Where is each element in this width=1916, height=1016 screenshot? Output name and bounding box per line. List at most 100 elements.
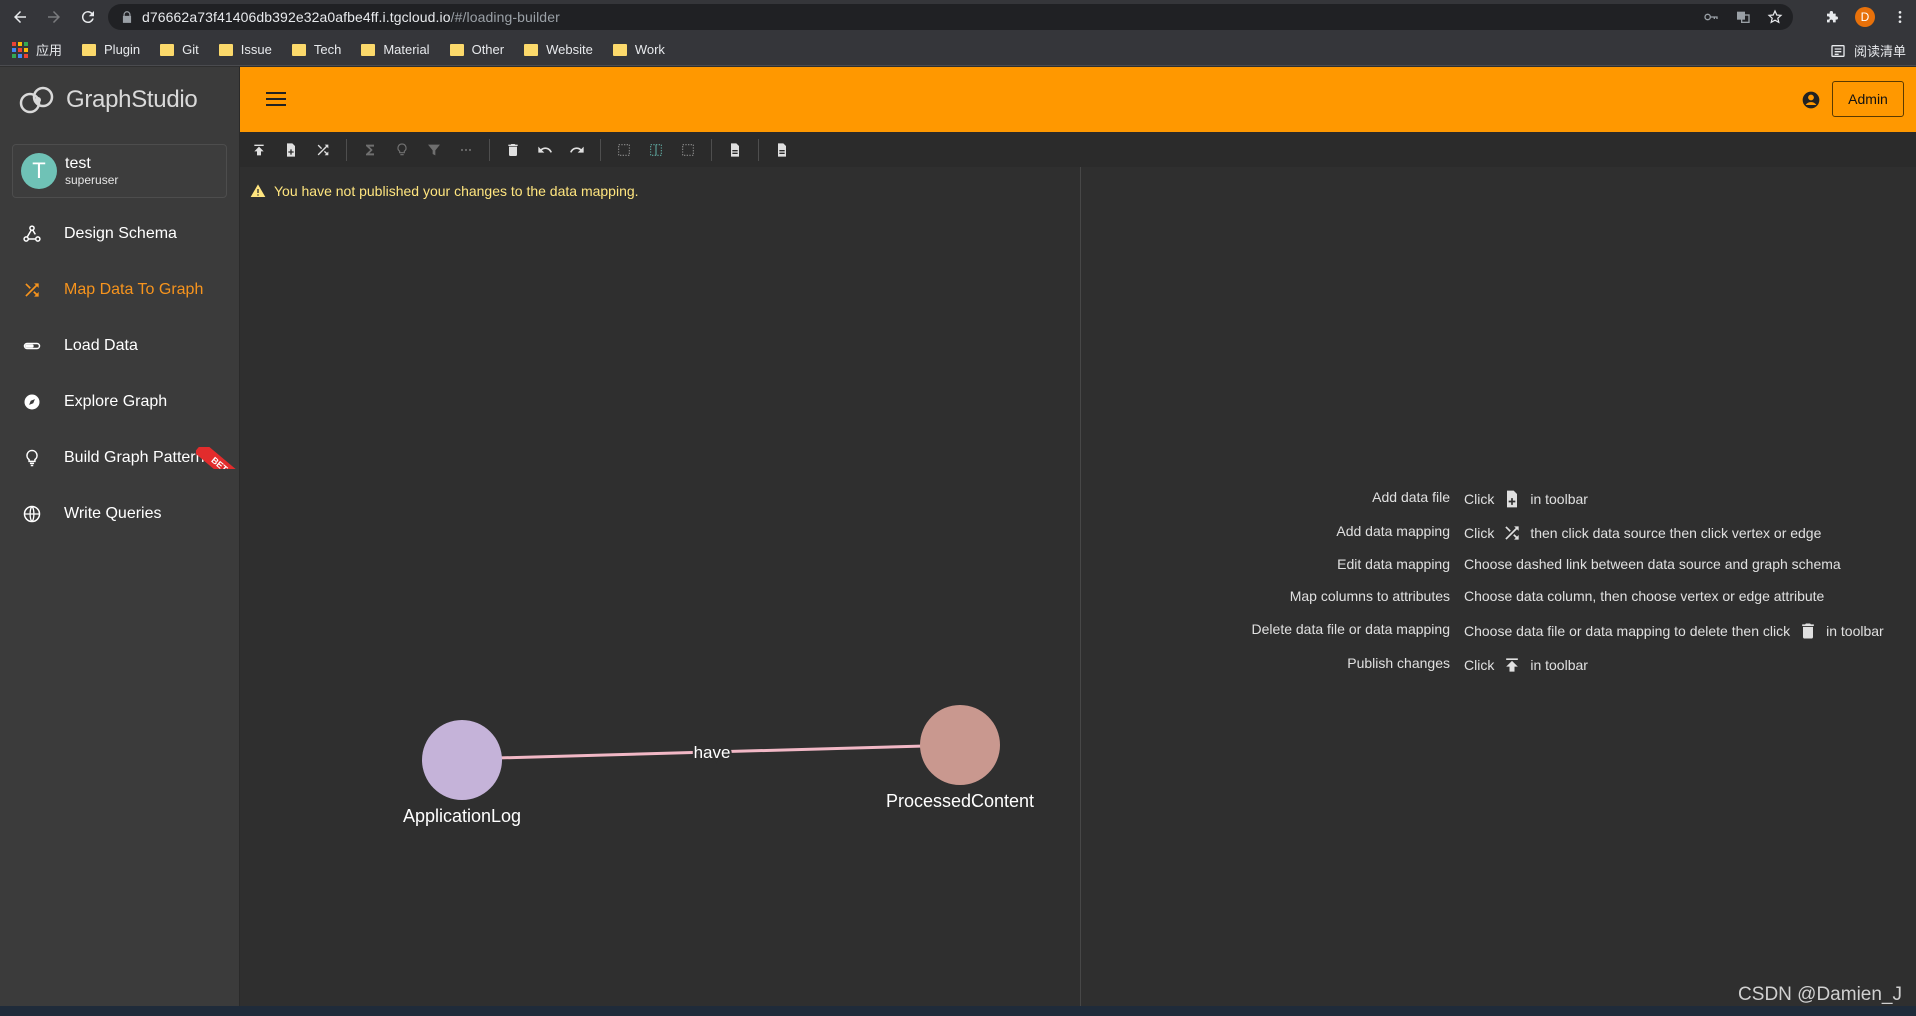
- bookmark-material[interactable]: Material: [349, 38, 437, 62]
- help-row-map-columns: Map columns to attributes Choose data co…: [1082, 584, 1916, 610]
- bookmark-apps[interactable]: 应用: [0, 38, 70, 62]
- app-logo[interactable]: GraphStudio: [0, 67, 239, 132]
- sidebar-item-load-data[interactable]: Load Data: [0, 318, 239, 374]
- deselect-icon: [682, 143, 694, 156]
- more-vertical-icon[interactable]: [1892, 9, 1908, 25]
- publish-icon: [1506, 658, 1519, 672]
- help-row-publish: Publish changes Click in toolbar: [1082, 651, 1916, 677]
- profile-avatar[interactable]: D: [1855, 7, 1875, 27]
- reading-list-button[interactable]: 阅读清单: [1830, 41, 1906, 60]
- add-file-icon: [287, 142, 295, 157]
- help-label: Add data mapping: [1336, 523, 1450, 539]
- help-text: Click: [1464, 657, 1495, 673]
- filter-button[interactable]: [423, 139, 445, 161]
- bookmark-label: Material: [383, 42, 430, 57]
- sidebar-item-build-graph-patterns[interactable]: Build Graph Patterns BETA: [0, 430, 240, 486]
- back-icon[interactable]: [10, 7, 30, 27]
- user-card[interactable]: T test superuser: [12, 144, 227, 198]
- bookmark-git[interactable]: Git: [148, 38, 207, 62]
- toolbar-divider: [489, 138, 490, 161]
- forward-icon[interactable]: [44, 7, 64, 27]
- sidebar-item-explore-graph[interactable]: Explore Graph: [0, 374, 239, 430]
- extensions-icon[interactable]: [1823, 9, 1839, 25]
- select-all-button[interactable]: [613, 139, 635, 161]
- url-host: d76662a73f41406db392e32a0afbe4ff.i.tgclo…: [142, 9, 451, 25]
- publish-button[interactable]: [248, 139, 270, 161]
- beta-badge-text: BETA: [196, 447, 240, 469]
- deselect-button[interactable]: [677, 139, 699, 161]
- help-description: Click in toolbar: [1464, 489, 1588, 509]
- bookmark-other[interactable]: Other: [438, 38, 513, 62]
- toolbar-divider: [346, 138, 347, 161]
- address-bar[interactable]: d76662a73f41406db392e32a0afbe4ff.i.tgclo…: [108, 4, 1793, 30]
- url-text: d76662a73f41406db392e32a0afbe4ff.i.tgclo…: [142, 9, 560, 25]
- add-file-button[interactable]: [280, 139, 302, 161]
- add-file-icon: [1507, 490, 1518, 508]
- notes-button[interactable]: [771, 139, 793, 161]
- help-label: Add data file: [1372, 489, 1450, 505]
- vertex-label-applicationlog[interactable]: ApplicationLog: [403, 806, 521, 826]
- sidebar: GraphStudio T test superuser Design Sche…: [0, 67, 240, 1006]
- folder-icon: [160, 43, 175, 56]
- help-description: Click in toolbar: [1464, 655, 1588, 675]
- help-label: Delete data file or data mapping: [1251, 621, 1450, 637]
- trash-icon: [1802, 623, 1814, 639]
- bookmark-work[interactable]: Work: [601, 38, 673, 62]
- help-row-edit-data-mapping: Edit data mapping Choose dashed link bet…: [1082, 552, 1916, 578]
- bookmark-tech[interactable]: Tech: [280, 38, 349, 62]
- key-icon[interactable]: [1703, 9, 1719, 25]
- help-description: Choose dashed link between data source a…: [1464, 556, 1841, 572]
- help-text: Click: [1464, 525, 1495, 541]
- bookmark-label: 应用: [36, 43, 63, 58]
- columns-icon: [650, 143, 662, 156]
- warning-icon: [250, 184, 266, 197]
- bookmarks-bar: 应用 Plugin Git Issue Tech Material Other …: [0, 34, 1916, 66]
- map-data-button[interactable]: [312, 139, 334, 161]
- more-button[interactable]: [455, 139, 477, 161]
- url-path: /#/loading-builder: [450, 9, 560, 25]
- help-text: then click data source then click vertex…: [1530, 525, 1822, 541]
- help-label: Edit data mapping: [1337, 556, 1450, 572]
- bookmark-label: Git: [182, 42, 199, 57]
- lock-icon: [122, 11, 132, 23]
- compass-icon: [24, 394, 40, 410]
- bookmark-issue[interactable]: Issue: [207, 38, 280, 62]
- vertex-processedcontent[interactable]: [920, 705, 1000, 785]
- sidebar-item-design-schema[interactable]: Design Schema: [0, 206, 239, 262]
- data-file-button[interactable]: [724, 139, 746, 161]
- account-circle-icon[interactable]: [1801, 90, 1821, 110]
- help-text: Click: [1464, 491, 1495, 507]
- bookmark-plugin[interactable]: Plugin: [70, 38, 148, 62]
- sidebar-item-label: Map Data To Graph: [64, 281, 204, 298]
- browser-toolbar: d76662a73f41406db392e32a0afbe4ff.i.tgclo…: [0, 0, 1916, 34]
- bookmark-label: Website: [546, 42, 593, 57]
- star-icon[interactable]: [1767, 9, 1783, 25]
- menu-icon[interactable]: [266, 91, 286, 107]
- token-function-button[interactable]: [359, 139, 381, 161]
- select-columns-button[interactable]: [645, 139, 667, 161]
- undo-button[interactable]: [534, 139, 556, 161]
- folder-icon: [291, 43, 306, 56]
- vertex-applicationlog[interactable]: [422, 720, 502, 800]
- trash-icon: [508, 143, 518, 156]
- edge-label-have[interactable]: have: [692, 741, 733, 764]
- condition-button[interactable]: [391, 139, 413, 161]
- redo-button[interactable]: [566, 139, 588, 161]
- reload-icon[interactable]: [78, 7, 98, 27]
- mapping-canvas[interactable]: have ApplicationLog ProcessedContent You…: [240, 167, 1081, 1006]
- translate-icon[interactable]: [1735, 9, 1751, 25]
- delete-button[interactable]: [502, 139, 524, 161]
- help-description: Choose data file or data mapping to dele…: [1464, 621, 1884, 641]
- vertex-label-processedcontent[interactable]: ProcessedContent: [886, 791, 1034, 811]
- bookmark-label: Plugin: [104, 42, 141, 57]
- sidebar-item-write-queries[interactable]: Write Queries: [0, 486, 239, 542]
- sidebar-item-label: Build Graph Patterns: [64, 449, 213, 466]
- user-name: test: [65, 155, 91, 172]
- help-text: Choose data file or data mapping to dele…: [1464, 623, 1791, 639]
- apps-icon: [12, 41, 28, 58]
- document-icon: [778, 142, 786, 157]
- bookmark-website[interactable]: Website: [512, 38, 601, 62]
- sidebar-item-map-data-to-graph[interactable]: Map Data To Graph: [0, 262, 239, 318]
- help-label: Map columns to attributes: [1289, 588, 1450, 604]
- admin-button[interactable]: Admin: [1832, 81, 1904, 117]
